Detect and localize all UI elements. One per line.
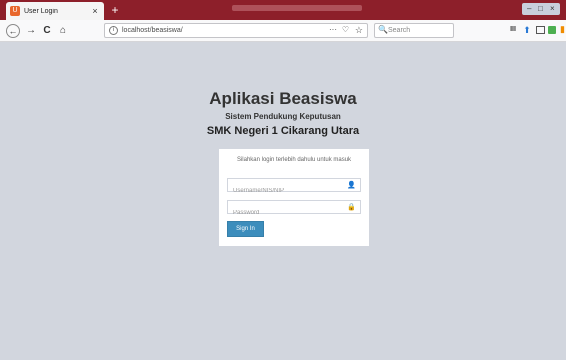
window-controls[interactable]: – □ × (522, 3, 560, 15)
username-field-wrapper: 👤 (227, 178, 361, 197)
favicon-icon: U (10, 6, 20, 16)
page-actions-icon[interactable]: ··· (329, 25, 337, 34)
search-bar[interactable]: 🔍 Search (374, 23, 454, 38)
window-title (232, 5, 362, 11)
app-title: Aplikasi Beasiswa (209, 89, 357, 108)
library-icon[interactable]: III (508, 25, 518, 35)
search-placeholder[interactable]: Search (388, 27, 410, 34)
menu-icon[interactable]: ▮ (560, 25, 565, 34)
close-icon[interactable]: × (90, 6, 100, 16)
back-icon[interactable]: ← (6, 24, 20, 38)
school-name: SMK Negeri 1 Cikarang Utara (206, 125, 360, 137)
forward-icon[interactable]: → (24, 24, 38, 38)
page-content: Aplikasi Beasiswa Sistem Pendukung Keput… (0, 42, 566, 360)
navigation-bar: ← → C ⌂ i localhost/beasiswa/ ··· ♡ ☆ 🔍 … (0, 20, 566, 42)
username-input[interactable] (228, 185, 360, 197)
login-message: Silahkan login terlebih dahulu untuk mas… (236, 157, 352, 163)
login-box: Silahkan login terlebih dahulu untuk mas… (219, 149, 369, 246)
url-text[interactable]: localhost/beasiswa/ (122, 27, 183, 34)
password-input[interactable] (228, 207, 360, 219)
bookmark-star-icon[interactable]: ☆ (355, 25, 363, 36)
password-field-wrapper: 🔒 (227, 200, 361, 219)
pocket-icon[interactable]: ♡ (342, 25, 349, 34)
reload-icon[interactable]: C (40, 24, 54, 38)
info-icon[interactable]: i (109, 26, 118, 35)
close-window-icon[interactable]: × (550, 5, 555, 13)
tab-title: User Login (24, 7, 58, 15)
lock-icon: 🔒 (347, 204, 356, 211)
maximize-icon[interactable]: □ (538, 5, 543, 13)
user-icon: 👤 (347, 182, 356, 189)
new-tab-button[interactable]: + (108, 2, 122, 18)
browser-tab[interactable]: U User Login × (6, 2, 104, 20)
sidebar-icon[interactable] (536, 26, 545, 34)
home-icon[interactable]: ⌂ (56, 24, 70, 38)
minimize-icon[interactable]: – (527, 5, 531, 13)
app-subtitle: Sistem Pendukung Keputusan (225, 112, 341, 121)
sign-in-button[interactable]: Sign In (227, 221, 264, 237)
extension-icon[interactable]: ⬆ (522, 25, 532, 35)
url-bar[interactable]: i localhost/beasiswa/ ··· ♡ ☆ (104, 23, 368, 38)
search-icon: 🔍 (378, 25, 388, 34)
browser-titlebar: U User Login × + – □ × (0, 0, 566, 20)
extension-green-icon[interactable] (548, 26, 556, 34)
